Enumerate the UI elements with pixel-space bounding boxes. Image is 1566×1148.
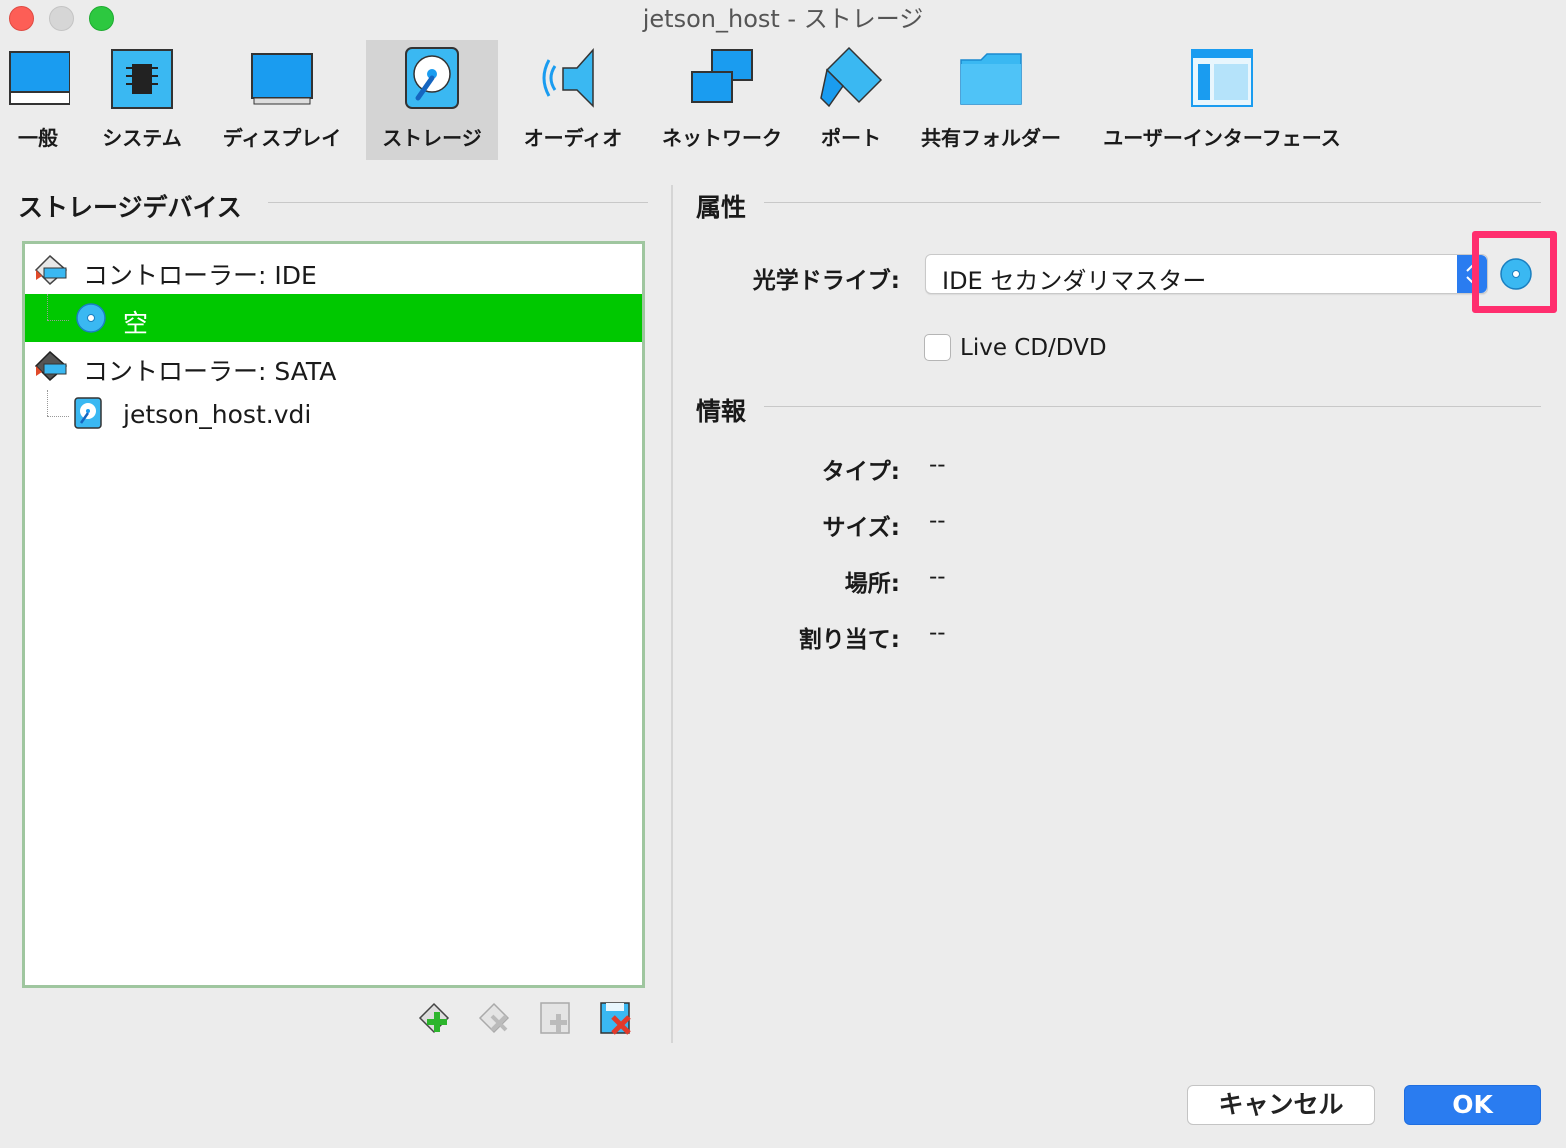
folder-icon — [960, 53, 1022, 105]
tab-network-label: ネットワーク — [662, 126, 782, 150]
tree-connector — [47, 294, 48, 320]
info-size-label: サイズ: — [822, 515, 900, 541]
ok-button[interactable]: OK — [1404, 1085, 1541, 1125]
tree-connector — [47, 390, 48, 416]
ui-window-icon — [1191, 49, 1253, 107]
tab-shared-folders[interactable]: 共有フォルダー — [916, 40, 1066, 160]
tree-row-label: 空 — [123, 309, 149, 338]
monitor-icon — [9, 51, 70, 105]
ide-controller-icon — [34, 254, 68, 286]
live-cd-label: Live CD/DVD — [960, 335, 1107, 361]
tab-general-label: 一般 — [18, 126, 58, 150]
tab-general[interactable]: 一般 — [0, 40, 76, 160]
tab-system[interactable]: システム — [96, 40, 188, 160]
display-icon — [251, 53, 313, 105]
choose-disk-icon[interactable] — [1499, 257, 1533, 291]
tab-audio[interactable]: オーディオ — [514, 40, 632, 160]
live-cd-checkbox[interactable] — [924, 334, 951, 361]
optical-drive-label: 光学ドライブ: — [752, 268, 900, 294]
tree-row-label: コントローラー: IDE — [83, 261, 317, 290]
tab-user-interface[interactable]: ユーザーインターフェース — [1098, 40, 1346, 160]
tab-ports[interactable]: ポート — [810, 40, 892, 160]
tab-display-label: ディスプレイ — [222, 126, 342, 150]
remove-controller-icon[interactable] — [478, 1000, 514, 1036]
sata-controller-icon — [34, 350, 68, 382]
minimize-window-button[interactable] — [49, 6, 74, 31]
tab-storage-label: ストレージ — [382, 126, 482, 150]
info-location-value: -- — [929, 564, 946, 590]
attributes-title: 属性 — [696, 193, 747, 222]
info-attached-value: -- — [929, 620, 946, 646]
window-titlebar: jetson_host - ストレージ — [0, 0, 1566, 38]
remove-attachment-icon[interactable] — [598, 1000, 634, 1036]
tab-user-interface-label: ユーザーインターフェース — [1103, 126, 1341, 150]
chip-icon — [111, 49, 173, 109]
tab-audio-label: オーディオ — [523, 126, 623, 150]
optical-drive-select[interactable]: IDE セカンダリマスター — [925, 254, 1488, 295]
info-type-value: -- — [929, 452, 946, 478]
info-separator — [764, 406, 1541, 407]
network-icon — [691, 49, 753, 103]
tree-row-sata-controller[interactable]: コントローラー: SATA — [25, 342, 642, 390]
add-attachment-icon[interactable] — [538, 1000, 574, 1036]
tab-ports-label: ポート — [821, 126, 881, 150]
optical-drive-value: IDE セカンダリマスター — [942, 267, 1207, 295]
tree-connector — [47, 320, 69, 321]
zoom-window-button[interactable] — [89, 6, 114, 31]
hard-disk-icon — [74, 397, 102, 429]
tab-display[interactable]: ディスプレイ — [214, 40, 350, 160]
storage-icon — [405, 47, 459, 109]
info-location-label: 場所: — [844, 571, 900, 597]
tab-system-label: システム — [102, 126, 182, 150]
add-controller-icon[interactable] — [418, 1000, 454, 1036]
tab-storage[interactable]: ストレージ — [366, 40, 498, 160]
tree-row-ide-controller[interactable]: コントローラー: IDE — [25, 246, 642, 294]
attributes-separator — [764, 202, 1541, 203]
cancel-button[interactable]: キャンセル — [1187, 1085, 1375, 1125]
close-window-button[interactable] — [9, 6, 34, 31]
info-title: 情報 — [696, 397, 747, 426]
tab-shared-folders-label: 共有フォルダー — [921, 126, 1061, 150]
storage-tree[interactable]: コントローラー: IDE 空 コントローラー: SATA jetson_host… — [22, 241, 645, 988]
optical-disc-icon — [76, 303, 106, 333]
info-attached-label: 割り当て: — [798, 627, 900, 653]
speaker-icon — [542, 48, 594, 108]
tree-connector — [47, 416, 69, 417]
tree-row-optical-empty[interactable]: 空 — [25, 294, 642, 342]
panel-divider — [671, 185, 673, 1043]
window-title: jetson_host - ストレージ — [642, 5, 924, 33]
tree-row-label: コントローラー: SATA — [83, 357, 337, 386]
info-type-label: タイプ: — [821, 459, 900, 485]
tab-network[interactable]: ネットワーク — [656, 40, 788, 160]
tree-row-label: jetson_host.vdi — [123, 400, 312, 429]
info-size-value: -- — [929, 508, 946, 534]
storage-devices-separator — [268, 202, 648, 203]
tree-row-hard-disk[interactable]: jetson_host.vdi — [25, 390, 642, 438]
port-icon — [820, 46, 883, 108]
storage-devices-title: ストレージデバイス — [18, 193, 242, 222]
